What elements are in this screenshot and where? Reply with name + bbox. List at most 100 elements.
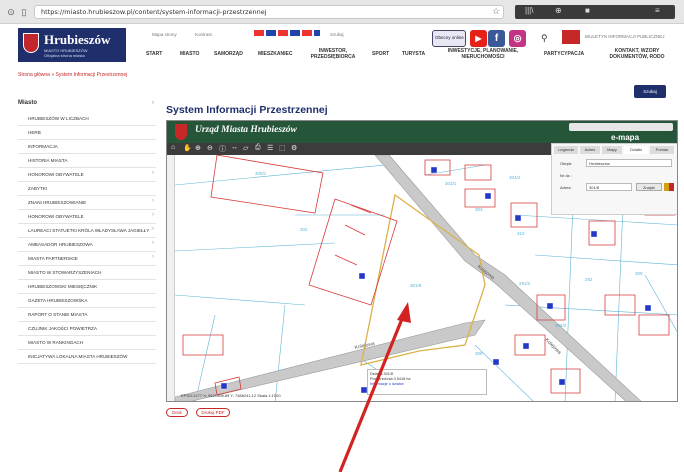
sidebar-item[interactable]: MIASTO W STOWARZYSZENIACH [18,266,156,280]
sidebar-item[interactable]: AMBASADOR HRUBIESZOWA › [18,238,156,252]
map-header: Urząd Miasta Hrubieszów e-mapa [167,121,677,143]
sidebar-item[interactable]: HONOROWI OBYWATELE › [18,210,156,224]
sidebar-item-label: GAZETA HRUBIESZOWSKA [28,298,88,303]
zoom-slider[interactable] [167,155,175,401]
parcel-label: 310 [517,231,525,236]
zoom-out-tool-icon[interactable]: ⊖ [207,144,213,152]
sidebar-item[interactable]: MIASTO W RANKINGACH [18,336,156,350]
container-icon[interactable]: ■ [585,6,590,15]
parcel-label-main: 301/8 [410,283,422,288]
nav-miasto[interactable]: MIASTO [180,51,199,57]
zoom-in-tool-icon[interactable]: ⊕ [195,144,201,152]
add-icon[interactable]: ⊕ [555,6,562,15]
language-flags[interactable] [254,30,320,36]
nav-start[interactable]: START [146,51,162,57]
page-icon[interactable]: ▯ [19,7,29,17]
nav-partycypacja[interactable]: PARTYCYPACJA [544,51,584,57]
sidebar-item-label: MIASTA PARTNERSKIE [28,256,78,261]
address-bar[interactable]: https://miasto.hrubieszow.pl/content/sys… [34,5,504,19]
tab-pomiar[interactable]: Pomiar [650,146,674,154]
parcel-label: 303/1 [445,181,457,186]
chevron-icon[interactable]: › [152,98,154,108]
nav-kontakt[interactable]: KONTAKT, WZORY DOKUMENTÓW, RODO [602,48,672,60]
nav-inwestor[interactable]: INWESTOR, PRZEDSIĘBIORCA [310,48,356,60]
parcel-label: 308 [475,351,483,356]
sidebar-item[interactable]: INFORMACJA [18,140,156,154]
print-button[interactable]: Druk [166,408,188,417]
sidebar-item[interactable]: ZABYTKI [18,182,156,196]
sidebar-item-label: MIASTO W STOWARZYSZENIACH [28,270,102,275]
chevron-down-icon[interactable]: › [152,254,154,260]
youtube-icon[interactable]: ▶ [470,30,487,47]
tab-legenda[interactable]: Legenda [554,146,578,154]
parcel-label: 306/3 [555,323,567,328]
tab-dzialki[interactable]: Działki [624,146,648,154]
area-tool-icon[interactable]: ▱ [243,144,248,152]
parcel-info-popup: Działka 301/8 Powierzchnia 0,5418 ha Inf… [367,369,487,395]
chevron-down-icon[interactable]: › [152,226,154,232]
tab-adres[interactable]: Adres [580,146,600,154]
emapa-logo: e-mapa [611,133,640,142]
map-search-field[interactable] [569,123,673,131]
print-pdf-button[interactable]: Drukuj PDF [196,408,230,417]
contrast-link[interactable]: Kontrast [195,32,212,37]
search-icon[interactable]: ⚲ [541,33,548,44]
instagram-icon[interactable]: ◎ [509,30,526,47]
print-tool-icon[interactable]: ⎙ [255,144,261,152]
sidebar-item[interactable]: LAUREACI STATUETKI KRÓLA WŁADYSŁAWA JAGI… [18,224,156,238]
sidebar-item[interactable]: GAZETA HRUBIESZOWSKA [18,294,156,308]
parcel-label: 300/1 [255,171,267,176]
page-title: System Informacji Przestrzennej [166,104,328,116]
chevron-down-icon[interactable]: › [152,240,154,246]
sitemap-link[interactable]: Mapa strony [152,32,177,37]
tab-mapy[interactable]: Mapy [602,146,622,154]
find-button[interactable]: Znajdź [636,183,662,191]
sidebar-item-label: INFORMACJA [28,144,58,149]
sidebar-item[interactable]: HONOROWI OBYWATELE › [18,168,156,182]
nav-inwestycje[interactable]: INWESTYCJE, PLANOWANIE, NIERUCHOMOŚCI [446,48,520,60]
pan-tool-icon[interactable]: ✋ [183,144,192,152]
sidebar-item[interactable]: ZNANI HRUBIESZOWIANIE › [18,196,156,210]
chevron-down-icon[interactable]: › [152,198,154,204]
sidebar-item[interactable]: HRUBIESZÓW W LICZBACH [18,112,156,126]
map-crest-icon [175,124,187,140]
bookmark-star-icon[interactable]: ☆ [492,6,500,17]
nav-mieszkaniec[interactable]: MIESZKANIEC [258,51,292,57]
obecny-online-badge[interactable]: Obecny online [432,30,466,47]
measure-tool-icon[interactable]: ↔ [231,144,238,151]
obreb-select[interactable]: Hrubieszów [586,159,672,167]
sidebar-item[interactable]: INICJATYWA LOKALNA MIASTA HRUBIESZÓW [18,350,156,364]
settings-tool-icon[interactable]: ⚙ [291,144,297,152]
library-icon[interactable]: |||\ [525,6,533,15]
nav-sport[interactable]: SPORT [372,51,389,57]
layers-tool-icon[interactable]: ☰ [267,144,273,152]
chevron-down-icon[interactable]: › [152,170,154,176]
sidebar-item[interactable]: CZUJNIK JAKOŚCI POWIETRZA [18,322,156,336]
reader-icon[interactable]: ⊙ [6,7,16,17]
sidebar-item[interactable]: HISTORIA MIASTA [18,154,156,168]
parcel-label: 302 [300,227,308,232]
sidebar-item[interactable]: HERB [18,126,156,140]
info-tool-icon[interactable]: ⓘ [219,144,226,154]
bip-logo-icon[interactable] [562,30,580,44]
search-button[interactable]: Szukaj [634,85,666,98]
info-link[interactable]: Informacje o działce [370,382,484,387]
nav-turysta[interactable]: TURYSTA [402,51,425,57]
facebook-icon[interactable]: f [488,30,505,47]
parcel-number-field[interactable]: 301/8 [586,183,632,191]
search-top-link[interactable]: Szukaj [330,32,344,37]
home-tool-icon[interactable]: ⌂ [171,144,175,151]
search-panel: Legenda Adres Mapy Działki Pomiar Obręb:… [551,143,677,215]
breadcrumb[interactable]: Strona główna » System Informacji Przest… [18,72,127,78]
sidebar-item[interactable]: RAPORT O STANIE MIASTA [18,308,156,322]
select-tool-icon[interactable]: ⬚ [279,144,286,152]
sidebar-item[interactable]: HRUBIESZOWSKI MIESIĘCZNIK [18,280,156,294]
menu-icon[interactable]: ≡ [655,6,660,15]
map-viewer[interactable]: Urząd Miasta Hrubieszów e-mapa ⌂ ✋ ⊕ ⊖ ⓘ… [166,120,678,402]
chevron-down-icon[interactable]: › [152,212,154,218]
site-logo[interactable]: Hrubieszów MIASTO HRUBIESZÓW Oficjalna s… [18,28,126,62]
sidebar-item[interactable]: MIASTA PARTNERSKIE › [18,252,156,266]
nav-samorzad[interactable]: SAMORZĄD [214,51,243,57]
coordinates-readout: EPSG:2177 X: 5621308.89 Y: 7488241.12 Sk… [181,393,281,398]
bip-text[interactable]: BIULETYN INFORMACJI PUBLICZNEJ [585,34,665,39]
